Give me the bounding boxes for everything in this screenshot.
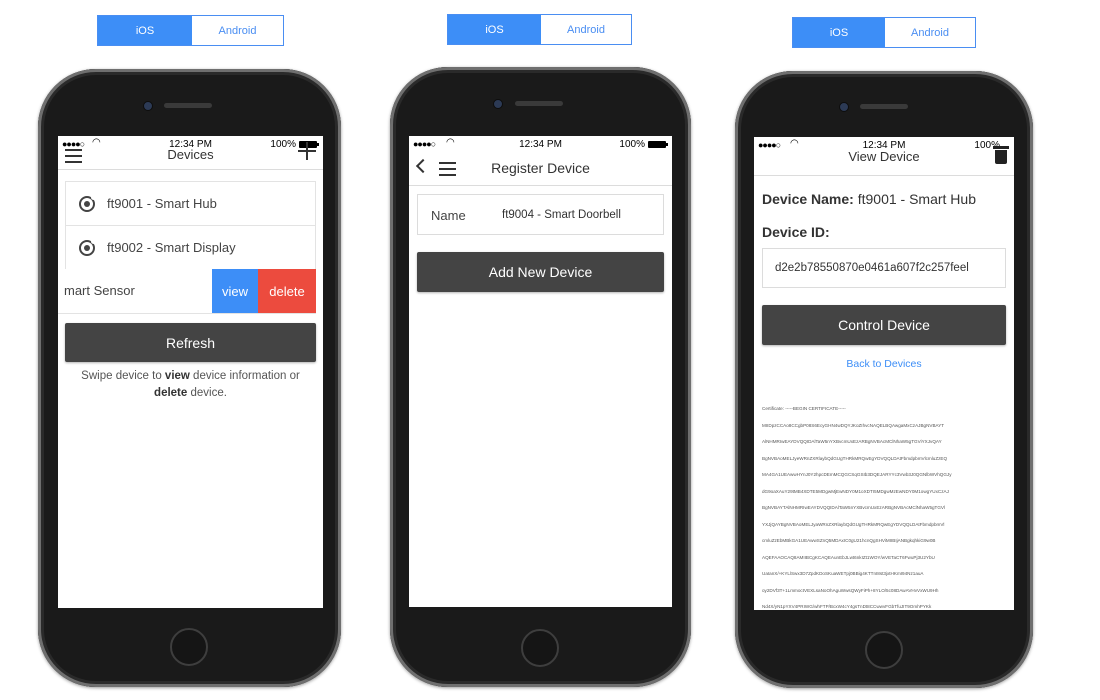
devices-screen: ●●●●○ ◠ 12:34 PM 100% Devices ft9001 - S…	[58, 136, 323, 608]
earpiece-speaker	[515, 101, 563, 106]
delete-button[interactable]: delete	[258, 269, 316, 313]
view-device-screen: ●●●●○ ◠ 12:34 PM 100% View Device Device…	[754, 137, 1014, 610]
android-tab[interactable]: Android	[192, 16, 283, 45]
status-bar: ●●●●○ ◠ 12:34 PM 100%	[409, 136, 672, 154]
device-name-value: ft9001 - Smart Hub	[857, 191, 976, 207]
device-icon	[79, 238, 96, 256]
certificate-line: YXJjQAYBgNVBAoMELJyaWRnZXRlaybQdGUgTHRkM…	[762, 521, 945, 527]
header-divider	[409, 185, 672, 186]
certificate-line: Certificate: -----BEGIN CERTIFICATE-----	[762, 406, 846, 411]
front-camera	[143, 101, 153, 111]
certificate-line: MIIDpzCCAo8CCgbP08S6EcyGHN4wDQYJKoZIhvcN…	[762, 422, 945, 428]
device-id-label: Device ID:	[762, 224, 830, 240]
home-button[interactable]	[865, 631, 903, 669]
name-input[interactable]: ft9004 - Smart Doorbell	[502, 209, 621, 221]
view-button[interactable]: view	[212, 269, 258, 313]
platform-toggle-2: iOS Android	[447, 14, 632, 45]
front-camera	[839, 102, 849, 112]
page-title: View Device	[848, 149, 920, 164]
certificate-line: oy2DVf3T+1LmmoctVEXLsaNoOhAguWwsQWyFiPh+…	[762, 587, 939, 593]
swiped-device-item[interactable]: mart Sensor view delete	[58, 269, 316, 314]
certificate-line: cmluZzEbMBkGA1UEAwwSZnQ5MDAxIC0gU21hcnQg…	[762, 538, 936, 543]
header-divider	[58, 169, 323, 170]
certificate-line: dG9oaXAuY29tMB4XDTE5MDgwMjEwNDY0M1oXDTI5…	[762, 488, 949, 494]
name-label: Name	[431, 208, 466, 223]
device-icon	[79, 194, 96, 212]
trash-icon[interactable]	[993, 146, 1009, 164]
add-icon[interactable]	[298, 142, 316, 160]
certificate-text: Certificate: -----BEGIN CERTIFICATE-----…	[762, 401, 1006, 610]
name-field[interactable]: Name ft9004 - Smart Doorbell	[417, 194, 664, 235]
home-button[interactable]	[521, 629, 559, 667]
earpiece-speaker	[164, 103, 212, 108]
earpiece-speaker	[860, 104, 908, 109]
helper-text: Swipe device to view device information …	[81, 370, 300, 399]
certificate-line: BgNVBAoMELJyeWRnZXRlaybQdGUgTHRkMRQwEgYD…	[762, 455, 948, 461]
register-screen: ●●●●○ ◠ 12:34 PM 100% Register Device Na…	[409, 136, 672, 607]
certificate-line: AQEFAAOCAQ8AMIIBCgKCAQEAunEbJLwt6nkIZt1W…	[762, 554, 935, 560]
front-camera	[493, 99, 503, 109]
certificate-line: Nd4X/yN1pYXV4PRIWG/whFTP/BcxW4cY4gsTnDt8…	[762, 604, 932, 609]
ios-tab[interactable]: iOS	[98, 16, 192, 45]
battery-icon	[648, 141, 668, 148]
page-title: Register Device	[491, 160, 590, 176]
device-list-item[interactable]: ft9002 - Smart Display	[65, 225, 316, 270]
certificate-line: BgNVBAYTAlNHMRIwEAYDVQQIDAlTaW5nYXBvcmUx…	[762, 505, 946, 510]
certificate-line: UaIanX/+KYLlSwx3D7ZpdKDoSKuaWETpj0BBig4K…	[762, 571, 924, 576]
certificate-line: MA4GA1UEAwwHYnJ0Y2hpcDEmMCQGCSqGSIb3DQEJ…	[762, 472, 952, 477]
device-list-item[interactable]: ft9001 - Smart Hub	[65, 181, 316, 226]
refresh-button[interactable]: Refresh	[65, 323, 316, 362]
header-divider	[754, 175, 1014, 176]
control-device-button[interactable]: Control Device	[762, 305, 1006, 345]
add-new-device-button[interactable]: Add New Device	[417, 252, 664, 292]
back-to-devices-link[interactable]: Back to Devices	[754, 358, 1014, 370]
device-label: ft9002 - Smart Display	[107, 240, 236, 255]
ios-tab[interactable]: iOS	[448, 15, 541, 44]
phone-frame-2: ●●●●○ ◠ 12:34 PM 100% Register Device Na…	[390, 67, 691, 687]
device-name-label: Device Name:	[762, 191, 854, 207]
android-tab[interactable]: Android	[885, 18, 975, 47]
home-button[interactable]	[170, 628, 208, 666]
platform-toggle-1: iOS Android	[97, 15, 284, 46]
platform-toggle-3: iOS Android	[792, 17, 976, 48]
page-title: Devices	[167, 147, 214, 162]
device-label: ft9001 - Smart Hub	[107, 196, 217, 211]
certificate-line: AlNHMRIwEAYDVQQIDAlTaW5nYXBvcmUxEzARBgNV…	[762, 439, 942, 444]
ios-tab[interactable]: iOS	[793, 18, 885, 47]
phone-frame-3: ●●●●○ ◠ 12:34 PM 100% View Device Device…	[735, 71, 1033, 688]
battery: 100%	[619, 139, 668, 150]
device-id-value: d2e2b78550870e0461a607f2c257feel	[775, 262, 969, 274]
device-id-field[interactable]: d2e2b78550870e0461a607f2c257feel	[762, 248, 1006, 288]
android-tab[interactable]: Android	[541, 15, 631, 44]
device-label: mart Sensor	[64, 283, 135, 298]
device-name-row: Device Name: ft9001 - Smart Hub	[762, 191, 976, 207]
phone-frame-1: ●●●●○ ◠ 12:34 PM 100% Devices ft9001 - S…	[38, 69, 341, 687]
